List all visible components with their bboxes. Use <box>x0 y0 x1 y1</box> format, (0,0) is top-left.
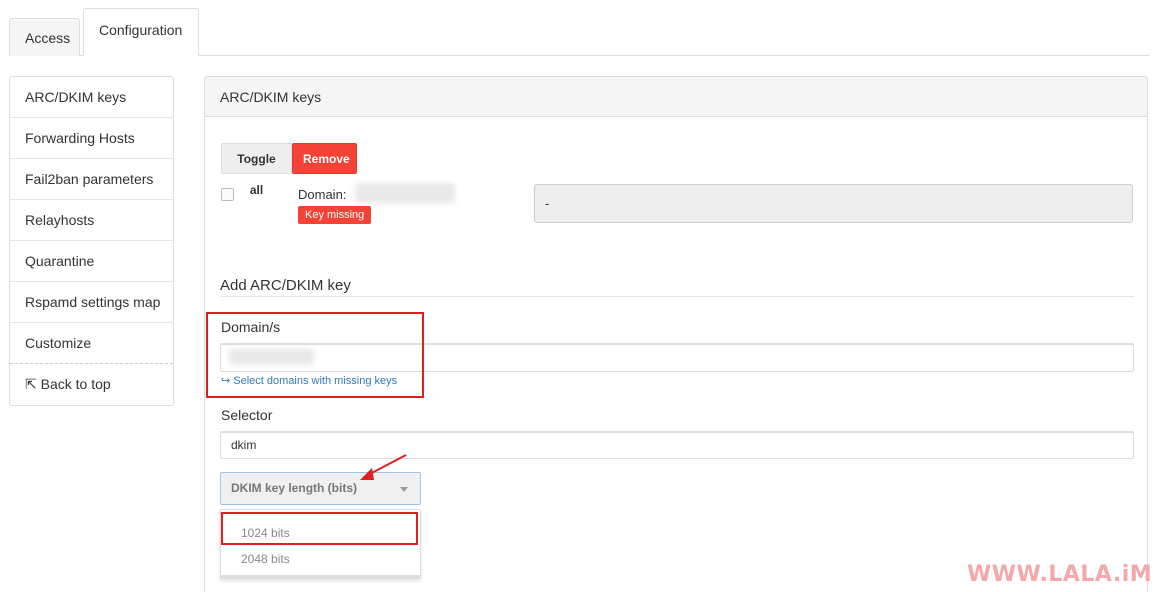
back-to-top-link[interactable]: ⇱ Back to top <box>10 364 173 405</box>
selector-label: Selector <box>221 407 273 423</box>
bulk-action-group: Toggle all Remove <box>221 143 357 197</box>
tab-configuration[interactable]: Configuration <box>83 8 199 56</box>
option-2048-bits[interactable]: 2048 bits <box>221 546 420 572</box>
sidebar-item-rspamd-settings-map[interactable]: Rspamd settings map <box>10 282 173 323</box>
watermark-text: WWW.LALA.iM <box>967 562 1153 587</box>
tab-bar: Access Configuration <box>9 8 1149 56</box>
key-missing-badge: Key missing <box>298 206 372 224</box>
tab-access[interactable]: Access <box>9 18 80 56</box>
highlight-domains-box <box>206 312 424 398</box>
key-length-placeholder: DKIM key length (bits) <box>231 481 358 495</box>
add-key-title: Add ARC/DKIM key <box>220 277 351 294</box>
sidebar: ARC/DKIM keys Forwarding Hosts Fail2ban … <box>9 76 174 406</box>
sidebar-item-arc-dkim-keys[interactable]: ARC/DKIM keys <box>10 77 173 118</box>
sidebar-item-relayhosts[interactable]: Relayhosts <box>10 200 173 241</box>
dkim-key-display: - <box>534 184 1133 223</box>
sidebar-item-quarantine[interactable]: Quarantine <box>10 241 173 282</box>
red-arrow-icon <box>360 454 407 480</box>
sidebar-item-customize[interactable]: Customize <box>10 323 173 364</box>
sidebar-item-fail2ban[interactable]: Fail2ban parameters <box>10 159 173 200</box>
domain-label: Domain: <box>298 187 347 202</box>
row-checkbox[interactable] <box>221 188 234 201</box>
sidebar-item-forwarding-hosts[interactable]: Forwarding Hosts <box>10 118 173 159</box>
toggle-all-button[interactable]: Toggle all <box>221 143 292 197</box>
section-divider <box>220 296 1134 297</box>
highlight-1024-option-box <box>221 512 418 545</box>
panel-title: ARC/DKIM keys <box>205 77 1147 117</box>
remove-button[interactable]: Remove <box>292 143 357 174</box>
blurred-domain-value <box>355 183 455 203</box>
